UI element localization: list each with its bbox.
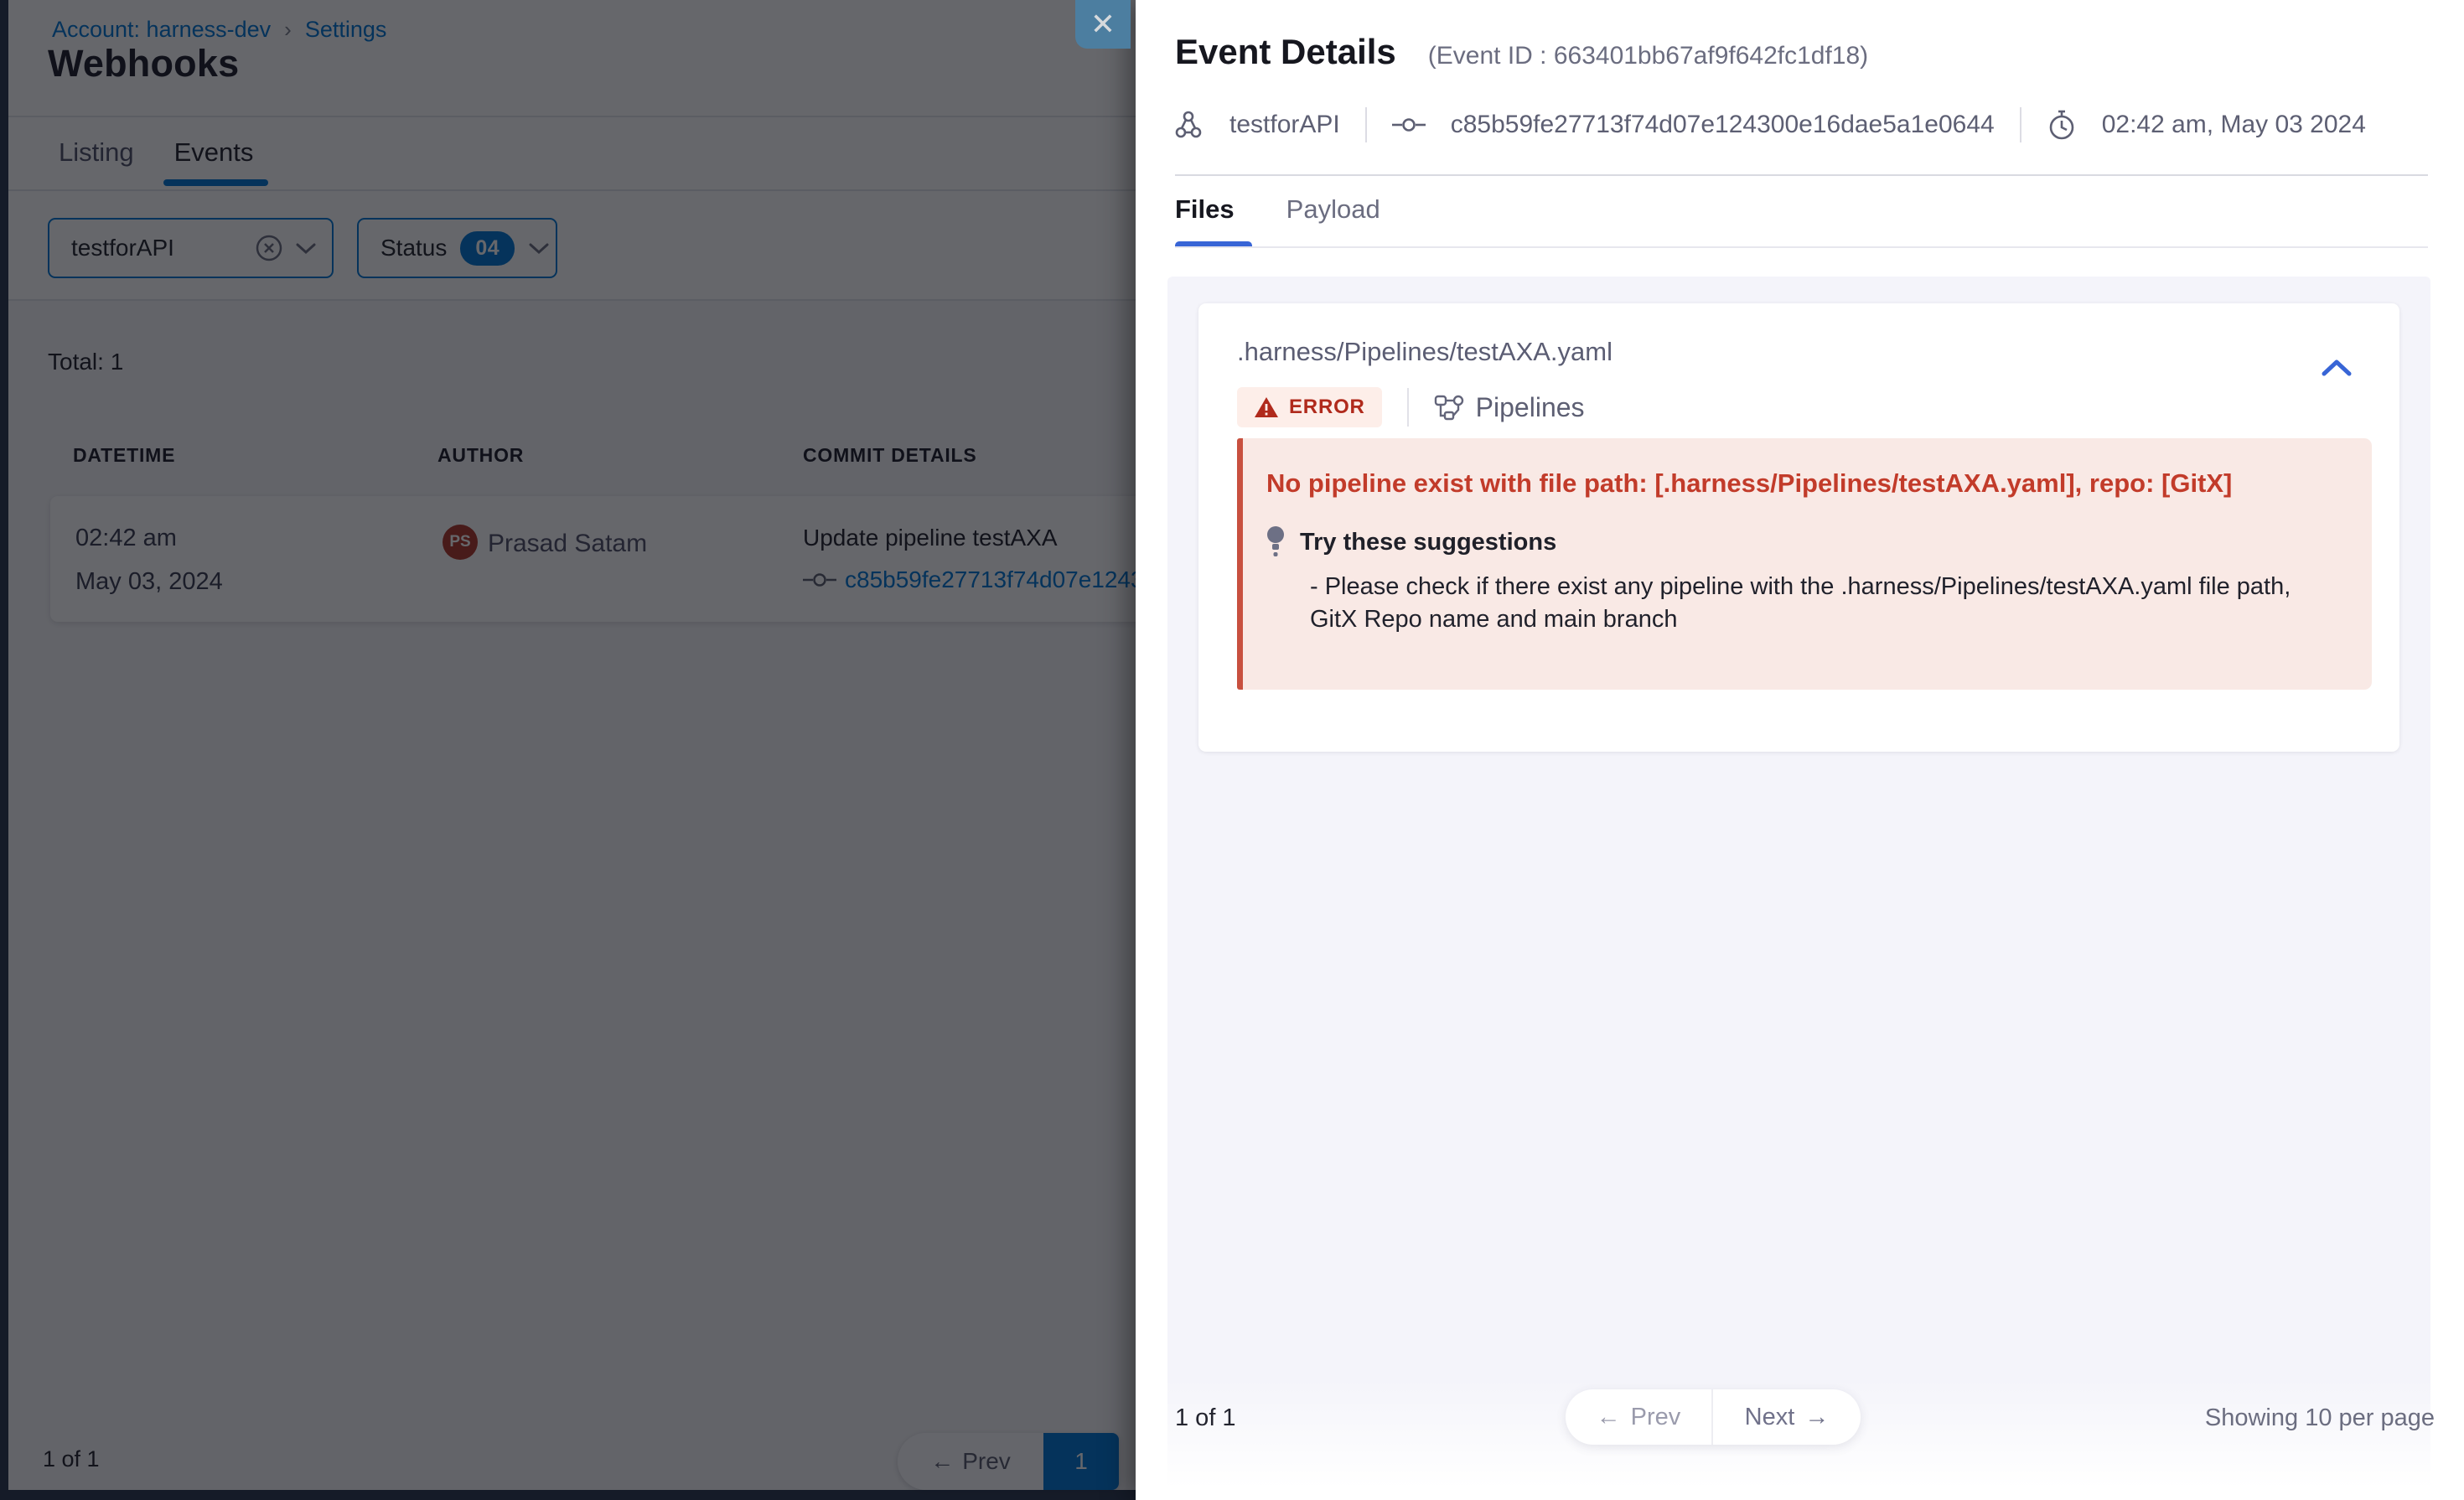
drawer-header: Event Details (Event ID : 663401bb67af9f… <box>1175 32 1868 72</box>
close-drawer-button[interactable]: ✕ <box>1075 0 1131 49</box>
suggestions-title: Try these suggestions <box>1300 529 1556 556</box>
commit-icon <box>1392 117 1426 132</box>
drawer-next-button[interactable]: Next → <box>1713 1389 1861 1445</box>
entity-type: Pipelines <box>1434 392 1585 423</box>
drawer-next-label: Next <box>1745 1404 1795 1431</box>
drawer-tabs-border <box>1175 246 2428 248</box>
badge-separator <box>1407 388 1409 427</box>
collapse-card-button[interactable] <box>2317 355 2356 380</box>
meta-separator <box>1365 107 1367 142</box>
error-status-label: ERROR <box>1289 396 1365 419</box>
event-details-drawer: Event Details (Event ID : 663401bb67af9f… <box>1136 0 2464 1500</box>
drawer-tabs: Files Payload <box>1175 194 1380 225</box>
suggestion-text: - Please check if there exist any pipeli… <box>1310 571 2307 636</box>
file-result-card: .harness/Pipelines/testAXA.yaml ERROR <box>1198 303 2399 752</box>
error-message-box: No pipeline exist with file path: [.harn… <box>1237 438 2372 690</box>
event-commit-hash: c85b59fe27713f74d07e124300e16dae5a1e0644 <box>1451 111 1995 139</box>
pipelines-icon <box>1434 393 1464 422</box>
arrow-left-icon: ← <box>1597 1404 1621 1431</box>
entity-type-label: Pipelines <box>1476 392 1585 423</box>
drawer-header-divider <box>1175 174 2428 176</box>
webhook-icon <box>1172 109 1204 141</box>
files-tab-panel: .harness/Pipelines/testAXA.yaml ERROR <box>1167 277 2430 1500</box>
event-id-label: (Event ID : 663401bb67af9f642fc1df18) <box>1428 42 1868 70</box>
meta-separator <box>2020 107 2021 142</box>
drawer-page-count: 1 of 1 <box>1175 1404 1236 1432</box>
tab-payload[interactable]: Payload <box>1286 194 1380 225</box>
per-page-label: Showing 10 per page <box>2205 1404 2435 1432</box>
modal-dim-overlay[interactable] <box>0 0 1136 1500</box>
warning-triangle-icon <box>1254 396 1279 419</box>
arrow-right-icon: → <box>1804 1404 1829 1431</box>
error-status-badge: ERROR <box>1237 387 1382 427</box>
drawer-title: Event Details <box>1175 32 1396 72</box>
file-path-label: .harness/Pipelines/testAXA.yaml <box>1237 337 1612 367</box>
drawer-pagination: ← Prev Next → <box>1566 1389 1861 1445</box>
file-status-row: ERROR Pipelines <box>1237 387 1585 427</box>
drawer-prev-label: Prev <box>1631 1404 1681 1431</box>
error-message-title: No pipeline exist with file path: [.harn… <box>1266 468 2322 499</box>
suggestions-header: Try these suggestions <box>1265 525 1556 559</box>
webhook-name: testforAPI <box>1229 111 1340 139</box>
event-meta-row: testforAPI c85b59fe27713f74d07e124300e16… <box>1172 106 2366 144</box>
clock-icon <box>2047 109 2077 141</box>
webhooks-events-screen: Account: harness-dev › Settings Webhooks… <box>0 0 2464 1500</box>
drawer-prev-button[interactable]: ← Prev <box>1566 1389 1713 1445</box>
event-timestamp: 02:42 am, May 03 2024 <box>2102 111 2366 139</box>
bulb-icon <box>1265 525 1286 559</box>
tab-files[interactable]: Files <box>1175 194 1235 225</box>
